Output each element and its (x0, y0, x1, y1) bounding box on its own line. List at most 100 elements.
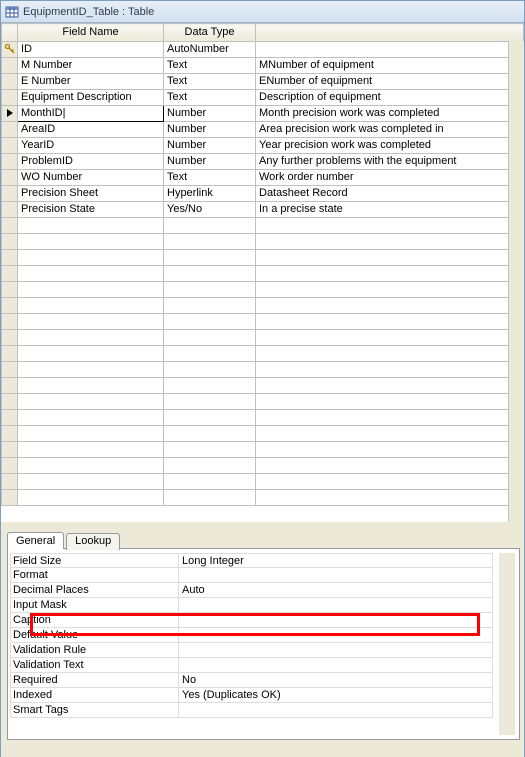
row-selector[interactable] (2, 170, 18, 186)
table-row[interactable]: Precision SheetHyperlinkDatasheet Record (2, 186, 524, 202)
row-selector[interactable] (2, 202, 18, 218)
table-row[interactable]: M NumberTextMNumber of equipment (2, 58, 524, 74)
cell-type[interactable] (164, 314, 256, 330)
table-row[interactable]: Precision StateYes/NoIn a precise state (2, 202, 524, 218)
row-selector[interactable] (2, 410, 18, 426)
cell-desc[interactable]: Datasheet Record (256, 186, 524, 202)
cell-desc[interactable] (256, 250, 524, 266)
property-value[interactable] (178, 568, 493, 583)
cell-type[interactable] (164, 362, 256, 378)
property-value[interactable]: No (178, 673, 493, 688)
property-row[interactable]: Validation Text (10, 658, 517, 673)
cell-field[interactable] (18, 234, 164, 250)
cell-type[interactable]: Text (164, 90, 256, 106)
row-selector[interactable] (2, 474, 18, 490)
property-value[interactable] (178, 643, 493, 658)
property-row[interactable]: Caption (10, 613, 517, 628)
cell-type[interactable]: Yes/No (164, 202, 256, 218)
row-selector[interactable] (2, 490, 18, 506)
cell-field[interactable]: M Number (18, 58, 164, 74)
header-field[interactable]: Field Name (18, 24, 164, 42)
row-selector[interactable] (2, 106, 18, 122)
cell-type[interactable]: AutoNumber (164, 42, 256, 58)
table-row[interactable] (2, 250, 524, 266)
row-selector[interactable] (2, 266, 18, 282)
cell-desc[interactable] (256, 42, 524, 58)
property-row[interactable]: Validation Rule (10, 643, 517, 658)
table-row[interactable] (2, 218, 524, 234)
property-value[interactable] (178, 628, 493, 643)
cell-desc[interactable] (256, 490, 524, 506)
cell-field[interactable] (18, 394, 164, 410)
field-grid[interactable]: Field Name Data Type IDAutoNumberM Numbe… (1, 23, 524, 506)
cell-field[interactable]: MonthID| (18, 106, 164, 122)
table-row[interactable]: MonthID|NumberMonth precision work was c… (2, 106, 524, 122)
cell-field[interactable] (18, 282, 164, 298)
row-selector[interactable] (2, 362, 18, 378)
titlebar[interactable]: EquipmentID_Table : Table (1, 1, 524, 23)
cell-desc[interactable]: MNumber of equipment (256, 58, 524, 74)
cell-field[interactable] (18, 266, 164, 282)
table-row[interactable] (2, 330, 524, 346)
row-selector[interactable] (2, 186, 18, 202)
table-row[interactable] (2, 442, 524, 458)
cell-field[interactable] (18, 330, 164, 346)
row-selector[interactable] (2, 282, 18, 298)
table-row[interactable] (2, 346, 524, 362)
cell-desc[interactable] (256, 218, 524, 234)
row-selector-header[interactable] (2, 24, 18, 42)
cell-desc[interactable] (256, 394, 524, 410)
row-selector[interactable] (2, 378, 18, 394)
cell-type[interactable]: Number (164, 122, 256, 138)
cell-field[interactable] (18, 410, 164, 426)
cell-field[interactable] (18, 474, 164, 490)
row-selector[interactable] (2, 314, 18, 330)
cell-desc[interactable]: Work order number (256, 170, 524, 186)
table-row[interactable] (2, 458, 524, 474)
property-value[interactable] (178, 703, 493, 718)
cell-type[interactable] (164, 234, 256, 250)
cell-type[interactable] (164, 394, 256, 410)
header-type[interactable]: Data Type (164, 24, 256, 42)
property-row[interactable]: Decimal PlacesAuto (10, 583, 517, 598)
row-selector[interactable] (2, 90, 18, 106)
table-row[interactable]: AreaIDNumberArea precision work was comp… (2, 122, 524, 138)
tab-general[interactable]: General (7, 532, 64, 549)
table-row[interactable] (2, 378, 524, 394)
cell-type[interactable]: Number (164, 106, 256, 122)
cell-type[interactable] (164, 442, 256, 458)
table-row[interactable]: YearIDNumberYear precision work was comp… (2, 138, 524, 154)
cell-desc[interactable] (256, 234, 524, 250)
cell-field[interactable]: Equipment Description (18, 90, 164, 106)
cell-desc[interactable]: Year precision work was completed (256, 138, 524, 154)
cell-type[interactable] (164, 490, 256, 506)
cell-type[interactable] (164, 378, 256, 394)
row-selector[interactable] (2, 138, 18, 154)
row-selector[interactable] (2, 394, 18, 410)
cell-field[interactable] (18, 346, 164, 362)
cell-field[interactable]: Precision Sheet (18, 186, 164, 202)
cell-type[interactable] (164, 266, 256, 282)
cell-field[interactable] (18, 490, 164, 506)
table-row[interactable]: IDAutoNumber (2, 42, 524, 58)
vertical-scrollbar[interactable] (508, 41, 524, 522)
table-row[interactable] (2, 362, 524, 378)
property-value[interactable]: Long Integer (178, 553, 493, 568)
cell-desc[interactable] (256, 330, 524, 346)
cell-desc[interactable] (256, 282, 524, 298)
property-row[interactable]: RequiredNo (10, 673, 517, 688)
table-row[interactable]: ProblemIDNumberAny further problems with… (2, 154, 524, 170)
table-row[interactable]: E NumberTextENumber of equipment (2, 74, 524, 90)
row-selector[interactable] (2, 298, 18, 314)
row-selector[interactable] (2, 458, 18, 474)
cell-desc[interactable] (256, 362, 524, 378)
cell-desc[interactable] (256, 378, 524, 394)
property-value[interactable] (178, 613, 493, 628)
cell-desc[interactable] (256, 298, 524, 314)
row-selector[interactable] (2, 426, 18, 442)
table-row[interactable] (2, 474, 524, 490)
property-row[interactable]: Smart Tags (10, 703, 517, 718)
property-row[interactable]: Input Mask (10, 598, 517, 613)
cell-desc[interactable] (256, 458, 524, 474)
cell-desc[interactable] (256, 314, 524, 330)
